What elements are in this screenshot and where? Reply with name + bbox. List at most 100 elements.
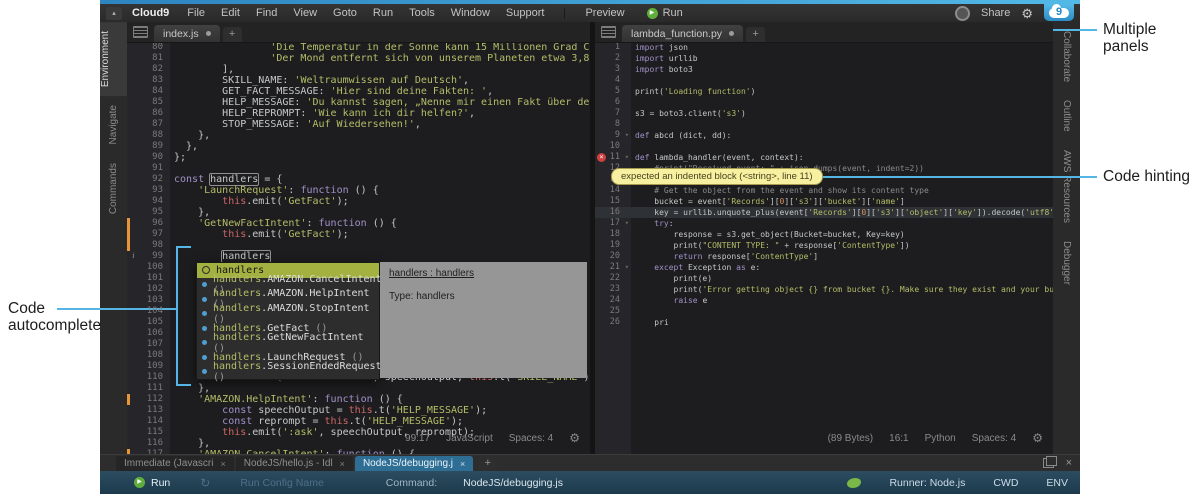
settings-gear-icon[interactable]: ⚙ — [1021, 7, 1033, 20]
code-line-99: 99 handlers — [127, 251, 590, 262]
console-tab-immediate-javascri[interactable]: Immediate (Javascri× — [116, 456, 234, 471]
annotation-bracket-code-autocomplete — [176, 246, 191, 386]
modified-dot-icon — [729, 31, 734, 36]
fold-caret-icon[interactable]: ▾ — [625, 219, 629, 228]
autocomplete-item-handlers.getnewfactintent[interactable]: handlers.GetNewFactIntent () — [197, 336, 379, 351]
annotation-code-hinting: Code hinting — [1103, 168, 1190, 185]
code-line-5: 5print('Loading function') — [595, 86, 1053, 97]
panel-tab-commands[interactable]: Commands — [106, 154, 121, 223]
new-tab-button[interactable]: + — [746, 27, 765, 42]
annotation-multiple-panels: Multiple panels — [1103, 21, 1200, 55]
autocomplete-item-handlers.amazon.stopintent[interactable]: handlers.AMAZON.StopIntent () — [197, 307, 379, 322]
indent-setting[interactable]: Spaces: 4 — [509, 433, 553, 444]
tab-lambda-function-py[interactable]: lambda_function.py — [622, 25, 743, 42]
panel-tab-environment[interactable]: Environment — [100, 22, 129, 96]
left-status-bar: 99:17 JavaScript Spaces: 4 ⚙ — [405, 432, 580, 445]
console-tab-nodejs-hello-js-idl[interactable]: NodeJS/hello.js - Idl× — [236, 456, 353, 471]
code-line-96: 96 'GetNewFactIntent': function () { — [127, 218, 590, 229]
code-line-112: 112 'AMAZON.HelpIntent': function () { — [127, 394, 590, 405]
menu-support[interactable]: Support — [498, 7, 553, 19]
refresh-icon[interactable]: ↻ — [200, 476, 210, 490]
preview-button[interactable]: Preview — [577, 7, 632, 19]
info-icon[interactable]: i — [129, 252, 138, 261]
presence-icon[interactable] — [955, 6, 970, 21]
indent-setting[interactable]: Spaces: 4 — [972, 433, 1016, 444]
completion-bullet-icon — [202, 311, 207, 316]
tab-list-icon[interactable] — [601, 26, 616, 38]
brand-menu[interactable]: Cloud9 — [132, 7, 169, 19]
menu-file[interactable]: File — [179, 7, 213, 19]
completion-bullet-icon — [202, 355, 207, 360]
error-icon[interactable]: × — [597, 153, 606, 162]
new-tab-button[interactable]: + — [223, 27, 242, 42]
new-console-tab-button[interactable]: + — [478, 456, 497, 471]
fold-caret-icon[interactable]: ▾ — [625, 131, 629, 140]
code-line-23: 23 print('Error getting object {} from b… — [595, 284, 1053, 295]
menu-run[interactable]: Run — [365, 7, 401, 19]
gutter-change-marker — [127, 218, 130, 251]
close-panel-icon[interactable]: × — [1066, 458, 1072, 468]
play-icon: ▶ — [647, 8, 658, 19]
language-mode[interactable]: JavaScript — [446, 433, 493, 444]
tab-index-js[interactable]: index.js — [154, 25, 220, 42]
close-tab-icon[interactable]: × — [460, 459, 465, 469]
menu-window[interactable]: Window — [443, 7, 498, 19]
runner-selector[interactable]: Runner: Node.js — [889, 477, 965, 489]
collapse-menubar-button[interactable]: ▴ — [106, 7, 122, 20]
command-value[interactable]: NodeJS/debugging.js — [463, 477, 563, 489]
play-icon: ▶ — [134, 477, 145, 488]
screenshot-canvas: ▴ Cloud9 FileEditFindViewGotoRunToolsWin… — [0, 0, 1200, 494]
code-line-18: 18 response = s3.get_object(Bucket=bucke… — [595, 229, 1053, 240]
code-line-83: 83 SKILL_NAME: 'Weltraumwissen auf Deuts… — [127, 75, 590, 86]
code-line-81: 81 'Der Mond entfernt sich von unserem P… — [127, 53, 590, 64]
gutter-change-marker — [127, 394, 130, 405]
cwd-button[interactable]: CWD — [993, 477, 1018, 489]
restore-panel-icon[interactable] — [1043, 458, 1054, 468]
close-tab-icon[interactable]: × — [220, 459, 225, 469]
editor-settings-gear-icon[interactable]: ⚙ — [569, 432, 580, 445]
panel-tab-collaborate[interactable]: Collaborate — [1059, 22, 1074, 91]
code-line-87: 87 STOP_MESSAGE: 'Auf Wiedersehen!', — [127, 119, 590, 130]
panel-tab-outline[interactable]: Outline — [1059, 91, 1074, 141]
editor-settings-gear-icon[interactable]: ⚙ — [1032, 432, 1043, 445]
python-code-editor[interactable]: 1import json2import urllib3import boto34… — [595, 42, 1053, 454]
annotation-code-autocomplete: Code autocomplete — [8, 300, 101, 334]
tab-list-icon[interactable] — [133, 26, 148, 38]
fold-caret-icon[interactable]: ▾ — [625, 153, 629, 162]
menu-goto[interactable]: Goto — [325, 7, 365, 19]
console-tab-nodejs-debugging-j[interactable]: NodeJS/debugging.j× — [355, 456, 473, 471]
runbar-right: Runner: Node.js CWD ENV — [847, 477, 1068, 489]
language-mode[interactable]: Python — [925, 433, 956, 444]
panel-tab-navigate[interactable]: Navigate — [106, 96, 121, 153]
code-line-3: 3import boto3 — [595, 64, 1053, 75]
code-line-17: 17▾ try: — [595, 218, 1053, 229]
console-run-button[interactable]: ▶ Run — [134, 477, 170, 489]
code-line-7: 7s3 = boto3.client('s3') — [595, 108, 1053, 119]
cursor-position[interactable]: 99:17 — [405, 433, 430, 444]
console-tab-bar: Immediate (Javascri×NodeJS/hello.js - Id… — [100, 454, 1080, 471]
menu-edit[interactable]: Edit — [213, 7, 248, 19]
code-line-21: 21▾ except Exception as e: — [595, 262, 1053, 273]
fold-caret-icon[interactable]: ▾ — [625, 263, 629, 272]
code-line-93: 93 'LaunchRequest': function () { — [127, 185, 590, 196]
menu-find[interactable]: Find — [248, 7, 285, 19]
completion-bullet-icon — [202, 282, 207, 287]
gutter-change-marker — [127, 449, 130, 454]
code-line-92: 92const handlers = { — [127, 174, 590, 185]
share-button[interactable]: Share — [981, 7, 1010, 19]
javascript-code-editor[interactable]: 80 'Die Temperatur in der Sonne kann 15 … — [127, 42, 590, 454]
run-config-name-field[interactable]: Run Config Name — [240, 477, 323, 489]
env-button[interactable]: ENV — [1046, 477, 1068, 489]
run-button[interactable]: ▶ Run — [647, 7, 683, 19]
close-tab-icon[interactable]: × — [340, 459, 345, 469]
autocomplete-doc-panel: handlers : handlers Type: handlers — [380, 262, 587, 378]
code-line-117: 117 'AMAZON.CancelIntent': function () { — [127, 449, 590, 454]
autocomplete-item-handlers.sessionendedrequest[interactable]: handlers.SessionEndedRequest () — [197, 365, 379, 380]
panel-tab-aws-resources[interactable]: AWS Resources — [1059, 141, 1074, 232]
cursor-position[interactable]: 16:1 — [889, 433, 908, 444]
menu-view[interactable]: View — [285, 7, 325, 19]
file-size: (89 Bytes) — [828, 433, 874, 444]
completion-bullet-icon — [202, 369, 207, 374]
panel-tab-debugger[interactable]: Debugger — [1059, 232, 1074, 294]
menu-tools[interactable]: Tools — [401, 7, 443, 19]
